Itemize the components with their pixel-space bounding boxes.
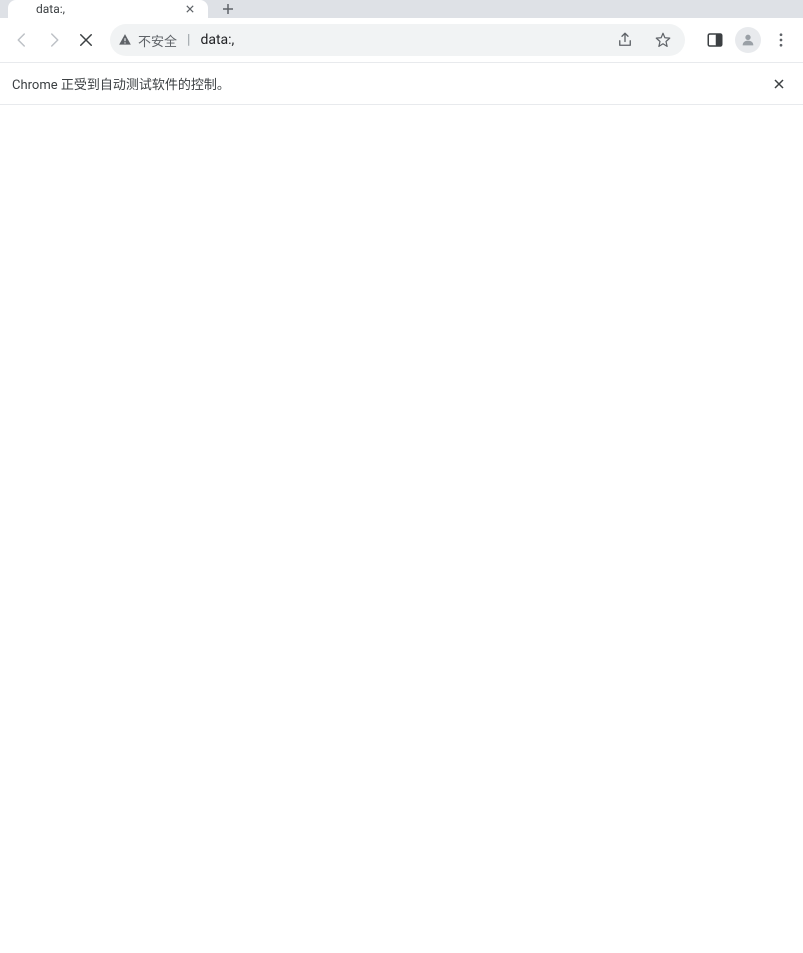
share-icon <box>616 31 634 49</box>
address-bar[interactable]: 不安全 | data:, <box>110 24 685 56</box>
tab-strip: data:, <box>0 0 803 18</box>
security-indicator[interactable]: 不安全 <box>118 31 177 50</box>
new-tab-button[interactable] <box>214 0 242 18</box>
panel-icon <box>706 31 724 49</box>
star-icon <box>654 31 672 49</box>
warning-icon <box>118 33 132 47</box>
arrow-right-icon <box>45 31 63 49</box>
person-icon <box>740 32 756 48</box>
stop-button[interactable] <box>72 26 100 54</box>
menu-button[interactable] <box>767 26 795 54</box>
url-text: data:, <box>200 32 603 48</box>
forward-button[interactable] <box>40 26 68 54</box>
tab-title: data:, <box>36 2 65 16</box>
close-icon <box>774 79 784 89</box>
toolbar: 不安全 | data:, <box>0 18 803 63</box>
close-icon <box>186 5 194 13</box>
automation-infobar: Chrome 正受到自动测试软件的控制。 <box>0 63 803 105</box>
close-icon <box>77 31 95 49</box>
infobar-message: Chrome 正受到自动测试软件的控制。 <box>12 74 230 93</box>
bookmark-button[interactable] <box>649 26 677 54</box>
separator: | <box>185 32 192 48</box>
arrow-left-icon <box>13 31 31 49</box>
dots-vertical-icon <box>772 31 790 49</box>
browser-tab[interactable]: data:, <box>8 0 208 18</box>
toolbar-right <box>701 26 795 54</box>
share-button[interactable] <box>611 26 639 54</box>
security-label: 不安全 <box>138 31 177 50</box>
infobar-close-button[interactable] <box>767 72 791 96</box>
profile-button[interactable] <box>735 27 761 53</box>
back-button[interactable] <box>8 26 36 54</box>
close-tab-button[interactable] <box>182 1 198 17</box>
side-panel-button[interactable] <box>701 26 729 54</box>
plus-icon <box>222 3 234 15</box>
